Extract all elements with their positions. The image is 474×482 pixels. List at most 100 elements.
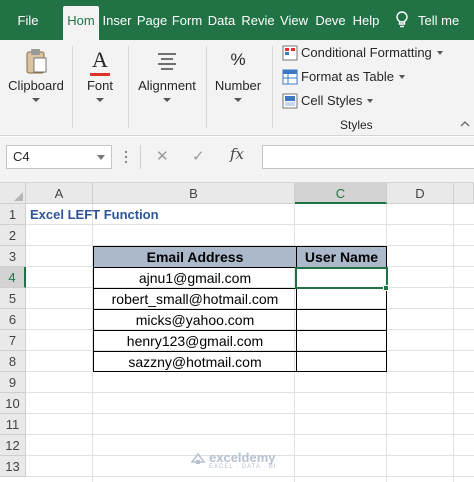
email-table: Email Address User Name ajnu1@gmail.com … — [93, 246, 387, 372]
row-header-12[interactable]: 12 — [0, 435, 26, 456]
resize-handle-icon[interactable] — [124, 149, 128, 165]
cell-styles-label: Cell Styles — [301, 93, 363, 108]
tab-insert[interactable]: Inser — [101, 0, 133, 40]
column-header-b[interactable]: B — [93, 183, 295, 204]
font-label: Font — [86, 78, 113, 93]
chevron-down-icon — [234, 98, 242, 102]
table-row-email[interactable]: robert_small@hotmail.com — [94, 289, 296, 310]
gridline — [453, 204, 454, 482]
font-group-button[interactable]: A Font — [76, 44, 124, 104]
lightbulb-icon[interactable] — [391, 9, 413, 31]
watermark-name: exceldemy — [209, 450, 276, 465]
chevron-down-icon — [398, 75, 405, 79]
tab-formulas[interactable]: Form — [171, 0, 203, 40]
alignment-group-button[interactable]: Alignment — [132, 44, 202, 104]
alignment-label: Alignment — [138, 78, 196, 93]
clipboard-group-button[interactable]: Clipboard — [4, 44, 68, 104]
row-header-10[interactable]: 10 — [0, 393, 26, 414]
row-header-1[interactable]: 1 — [0, 204, 26, 225]
table-header-email[interactable]: Email Address — [94, 247, 296, 268]
table-row-user-name[interactable] — [297, 310, 386, 331]
select-all-button[interactable] — [0, 183, 26, 204]
cell-styles-icon — [282, 93, 298, 109]
table-row-user-name[interactable] — [297, 352, 386, 373]
styles-group-label: Styles — [340, 118, 373, 132]
chevron-down-icon — [367, 99, 374, 103]
excel-window: File Hom Inser Page Form Data Revie View… — [0, 0, 474, 482]
group-divider — [272, 46, 273, 128]
row-header-13[interactable]: 13 — [0, 456, 26, 477]
number-group-button[interactable]: % Number — [210, 44, 266, 104]
column-header-d[interactable]: D — [387, 183, 454, 204]
chevron-down-icon — [163, 98, 171, 102]
table-divider — [296, 247, 297, 371]
table-row-email[interactable]: ajnu1@gmail.com — [94, 268, 296, 289]
tab-help[interactable]: Help — [350, 0, 382, 40]
group-divider — [72, 46, 73, 128]
align-center-icon — [158, 53, 176, 70]
collapse-ribbon-icon[interactable] — [460, 120, 470, 128]
row-header-4[interactable]: 4 — [0, 267, 26, 288]
row-header-3[interactable]: 3 — [0, 246, 26, 267]
tab-view[interactable]: View — [277, 0, 311, 40]
clipboard-label: Clipboard — [8, 78, 64, 93]
row-header-6[interactable]: 6 — [0, 309, 26, 330]
column-header-c[interactable]: C — [295, 183, 387, 204]
row-header-9[interactable]: 9 — [0, 372, 26, 393]
table-row-email[interactable]: sazzny@hotmail.com — [94, 352, 296, 373]
tab-file[interactable]: File — [0, 0, 56, 40]
gridline — [26, 413, 474, 414]
row-header-2[interactable]: 2 — [0, 225, 26, 246]
gridline — [26, 392, 474, 393]
format-as-table-label: Format as Table — [301, 69, 394, 84]
formula-input[interactable] — [262, 145, 474, 169]
gridline — [26, 476, 474, 477]
tab-review[interactable]: Revie — [241, 0, 275, 40]
cell-a1-title[interactable]: Excel LEFT Function — [30, 204, 159, 225]
select-all-icon — [14, 192, 23, 201]
insert-function-icon[interactable]: fx — [230, 145, 244, 163]
table-row-email[interactable]: micks@yahoo.com — [94, 310, 296, 331]
row-header-8[interactable]: 8 — [0, 351, 26, 372]
cancel-icon[interactable]: ✕ — [156, 147, 169, 165]
name-box-value: C4 — [13, 149, 30, 164]
name-box[interactable]: C4 — [6, 145, 112, 169]
ribbon-tab-bar: File Hom Inser Page Form Data Revie View… — [0, 0, 474, 40]
exceldemy-logo-icon — [191, 452, 205, 464]
gridline — [26, 434, 474, 435]
group-divider — [128, 46, 129, 128]
chevron-down-icon — [32, 98, 40, 102]
table-row-email[interactable]: henry123@gmail.com — [94, 331, 296, 352]
active-cell-c4[interactable] — [295, 267, 388, 289]
tell-me-search[interactable]: Tell me — [418, 0, 474, 40]
tab-home[interactable]: Hom — [63, 6, 99, 40]
tab-developer[interactable]: Deve — [313, 0, 348, 40]
fill-handle[interactable] — [383, 285, 389, 291]
row-header-5[interactable]: 5 — [0, 288, 26, 309]
row-header-11[interactable]: 11 — [0, 414, 26, 435]
table-header-user-name[interactable]: User Name — [297, 247, 386, 268]
font-icon: A — [85, 46, 115, 76]
chevron-down-icon[interactable] — [97, 155, 105, 160]
percent-icon: % — [230, 50, 246, 69]
enter-icon[interactable]: ✓ — [192, 147, 205, 165]
table-row-user-name[interactable] — [297, 289, 386, 310]
worksheet-grid[interactable]: 13 12 11 10 9 8 7 6 5 4 3 2 1 A B C D Excel LEFT Func… — [0, 183, 474, 482]
column-header-e[interactable] — [454, 183, 474, 204]
formula-bar: C4 ✕ ✓ fx — [0, 137, 474, 183]
format-as-table-icon — [282, 69, 298, 85]
column-header-a[interactable]: A — [26, 183, 93, 204]
chevron-down-icon — [96, 98, 104, 102]
conditional-formatting-icon — [282, 45, 298, 61]
row-header-7[interactable]: 7 — [0, 330, 26, 351]
ribbon-home: Clipboard A Font Alignment % Number Cond… — [0, 40, 474, 136]
number-label: Number — [214, 78, 262, 93]
tab-page-layout[interactable]: Page — [136, 0, 168, 40]
clipboard-icon — [26, 49, 47, 74]
conditional-formatting-label: Conditional Formatting — [301, 45, 432, 60]
tab-data[interactable]: Data — [205, 0, 238, 40]
chevron-down-icon — [436, 51, 443, 55]
table-row-user-name[interactable] — [297, 331, 386, 352]
watermark-tagline: EXCEL · DATA · BI — [209, 464, 277, 470]
formula-bar-divider — [140, 145, 141, 169]
